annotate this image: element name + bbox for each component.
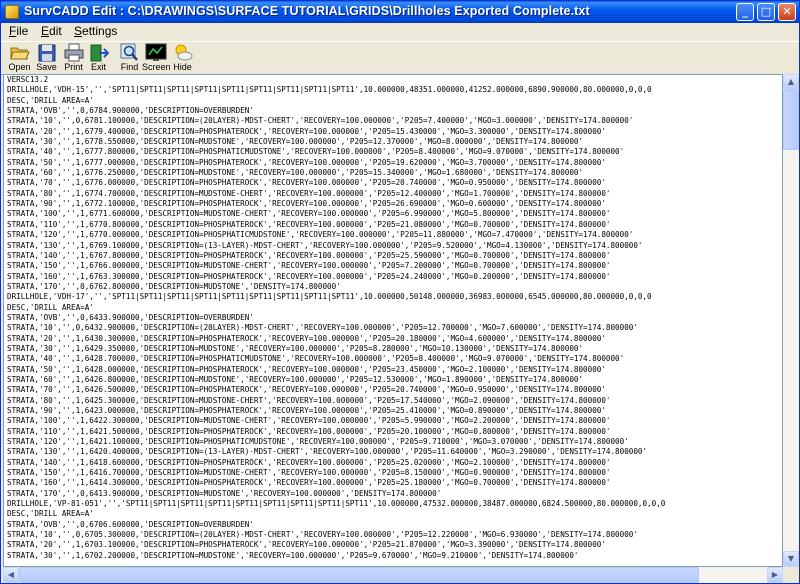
exit-label: Exit xyxy=(90,62,106,72)
app-window: SurvCADD Edit : C:\DRAWINGS\SURFACE TUTO… xyxy=(0,0,800,584)
editor-content: VERSC13.2 DRILLHOLE,'VDH-15','','SPT11|SP… xyxy=(7,75,665,561)
editor-line: STRATA,'80','',1,6425.300000,'DESCRIPTIO… xyxy=(7,395,611,405)
menu-bar: File Edit Settings xyxy=(1,23,799,41)
editor-line: STRATA,'30','',1,6702.200000,'DESCRIPTIO… xyxy=(7,550,579,560)
editor-line: STRATA,'30','',1,6429.350000,'DESCRIPTIO… xyxy=(7,343,584,353)
floppy-disk-icon xyxy=(38,44,55,62)
toolbar: Open Save Print Exit Find Screen Hide xyxy=(1,41,799,75)
editor-line: DESC,'DRILL AREA=A' xyxy=(7,95,94,105)
minimize-button[interactable]: _ xyxy=(736,3,754,21)
print-button[interactable]: Print xyxy=(60,43,87,73)
editor-line: STRATA,'20','',1,6430.300000,'DESCRIPTIO… xyxy=(7,333,606,343)
menu-settings-accel: S xyxy=(74,24,83,38)
editor-line: STRATA,'160','',1,6763.300000,'DESCRIPTI… xyxy=(7,271,611,281)
screen-button[interactable]: Screen xyxy=(142,43,171,73)
scroll-down-arrow-icon[interactable]: ▼ xyxy=(783,551,799,567)
editor-line: STRATA,'110','',1,6770.800000,'DESCRIPTI… xyxy=(7,219,611,229)
editor-line: STRATA,'140','',1,6767.800000,'DESCRIPTI… xyxy=(7,250,611,260)
editor-line: STRATA,'20','',1,6779.400000,'DESCRIPTIO… xyxy=(7,126,606,136)
window-title: SurvCADD Edit : C:\DRAWINGS\SURFACE TUTO… xyxy=(24,4,590,18)
menu-edit-rest: dit xyxy=(49,24,62,38)
scroll-up-arrow-icon[interactable]: ▲ xyxy=(783,74,799,90)
text-editor[interactable]: VERSC13.2 DRILLHOLE,'VDH-15','','SPT11|SP… xyxy=(3,74,783,567)
open-label: Open xyxy=(8,62,31,72)
editor-line: DRILLHOLE,'VP-81-051','','SPT11|SPT11|SP… xyxy=(7,499,666,509)
editor-line: STRATA,'20','',1,6703.100000,'DESCRIPTIO… xyxy=(7,540,606,550)
vertical-scroll-thumb[interactable] xyxy=(783,90,799,150)
menu-edit[interactable]: Edit xyxy=(41,24,62,38)
menu-settings-rest: ettings xyxy=(82,24,118,38)
menu-file[interactable]: File xyxy=(9,24,28,38)
editor-line: STRATA,'150','',1,6416.700000,'DESCRIPTI… xyxy=(7,468,611,478)
editor-line: STRATA,'100','',1,6771.600000,'DESCRIPTI… xyxy=(7,209,611,219)
menu-file-rest: ile xyxy=(16,24,29,38)
size-grip-icon[interactable] xyxy=(783,567,799,583)
find-magnifier-icon xyxy=(120,43,138,61)
screen-monitor-icon xyxy=(145,43,166,61)
editor-line: STRATA,'120','',1,6421.100000,'DESCRIPTI… xyxy=(7,437,629,447)
editor-line: STRATA,'OVB','',0,6433.900000,'DESCRIPTI… xyxy=(7,312,254,322)
editor-line: STRATA,'60','',1,6776.250000,'DESCRIPTIO… xyxy=(7,168,584,178)
editor-line: STRATA,'150','',1,6766.000000,'DESCRIPTI… xyxy=(7,261,611,271)
app-icon[interactable] xyxy=(5,5,19,19)
editor-line: STRATA,'OVB','',0,6784.900000,'DESCRIPTI… xyxy=(7,106,254,116)
editor-line: STRATA,'70','',1,6776.000000,'DESCRIPTIO… xyxy=(7,178,606,188)
editor-line: STRATA,'40','',1,6777.800000,'DESCRIPTIO… xyxy=(7,147,625,157)
menu-settings[interactable]: Settings xyxy=(74,24,117,38)
editor-line: STRATA,'170','',0,6413.900000,'DESCRIPTI… xyxy=(7,488,442,498)
editor-line: STRATA,'10','',0,6432.900000,'DESCRIPTIO… xyxy=(7,323,638,333)
editor-line: STRATA,'40','',1,6428.700000,'DESCRIPTIO… xyxy=(7,354,625,364)
print-label: Print xyxy=(64,62,83,72)
scroll-right-arrow-icon[interactable]: ▶ xyxy=(767,567,783,583)
editor-line: STRATA,'10','',0,6705.300000,'DESCRIPTIO… xyxy=(7,530,638,540)
editor-line: STRATA,'120','',1,6770.000000,'DESCRIPTI… xyxy=(7,230,634,240)
find-button[interactable]: Find xyxy=(116,43,143,73)
title-bar[interactable]: SurvCADD Edit : C:\DRAWINGS\SURFACE TUTO… xyxy=(1,1,799,23)
hide-button[interactable]: Hide xyxy=(169,43,196,73)
editor-line: STRATA,'50','',1,6777.000000,'DESCRIPTIO… xyxy=(7,157,606,167)
screen-label: Screen xyxy=(142,62,171,72)
save-label: Save xyxy=(36,62,57,72)
editor-line: DRILLHOLE,'VDH-17','','SPT11|SPT11|SPT11… xyxy=(7,292,652,302)
editor-line: STRATA,'90','',1,6423.000000,'DESCRIPTIO… xyxy=(7,406,606,415)
maximize-button[interactable]: □ xyxy=(757,3,775,21)
editor-line: STRATA,'OVB','',0,6706.600000,'DESCRIPTI… xyxy=(7,519,254,529)
editor-line: STRATA,'100','',1,6422.300000,'DESCRIPTI… xyxy=(7,416,611,426)
vertical-scrollbar[interactable]: ▲ ▼ xyxy=(783,74,799,567)
printer-icon xyxy=(64,43,83,62)
open-button[interactable]: Open xyxy=(6,43,33,73)
editor-line: STRATA,'130','',1,6769.100000,'DESCRIPTI… xyxy=(7,240,643,250)
editor-line: STRATA,'170','',0,6762.800000,'DESCRIPTI… xyxy=(7,281,341,291)
editor-line: DESC,'DRILL AREA=A' xyxy=(7,302,94,312)
editor-line: STRATA,'90','',1,6772.100000,'DESCRIPTIO… xyxy=(7,199,606,209)
close-button[interactable]: ✕ xyxy=(778,3,796,21)
editor-line: STRATA,'160','',1,6414.300000,'DESCRIPTI… xyxy=(7,478,611,488)
editor-line: DRILLHOLE,'VDH-15','','SPT11|SPT11|SPT11… xyxy=(7,85,652,95)
editor-line: STRATA,'130','',1,6420.400000,'DESCRIPTI… xyxy=(7,447,648,457)
editor-line: STRATA,'50','',1,6428.000000,'DESCRIPTIO… xyxy=(7,364,606,374)
editor-line: STRATA,'80','',1,6774.700000,'DESCRIPTIO… xyxy=(7,188,611,198)
editor-line: DESC,'DRILL AREA=A' xyxy=(7,509,94,519)
save-button[interactable]: Save xyxy=(33,43,60,73)
horizontal-scrollbar[interactable]: ◀ ▶ xyxy=(3,567,783,583)
horizontal-scroll-thumb[interactable] xyxy=(19,567,699,583)
editor-line: STRATA,'140','',1,6418.600000,'DESCRIPTI… xyxy=(7,457,611,467)
editor-line: STRATA,'70','',1,6426.500000,'DESCRIPTIO… xyxy=(7,385,606,395)
editor-line: STRATA,'30','',1,6778.550000,'DESCRIPTIO… xyxy=(7,137,584,147)
find-label: Find xyxy=(120,62,139,72)
open-folder-icon xyxy=(9,47,30,60)
editor-line: STRATA,'10','',0,6781.100000,'DESCRIPTIO… xyxy=(7,116,634,126)
editor-line: STRATA,'110','',1,6421.500000,'DESCRIPTI… xyxy=(7,426,611,436)
hide-weather-icon xyxy=(175,44,192,61)
menu-edit-accel: E xyxy=(41,24,50,38)
scroll-left-arrow-icon[interactable]: ◀ xyxy=(3,567,19,583)
hide-label: Hide xyxy=(173,62,192,72)
editor-line: VERSC13.2 xyxy=(7,75,49,84)
exit-button[interactable]: Exit xyxy=(85,43,112,73)
exit-door-icon xyxy=(90,44,109,62)
editor-line: STRATA,'60','',1,6426.800000,'DESCRIPTIO… xyxy=(7,374,584,384)
